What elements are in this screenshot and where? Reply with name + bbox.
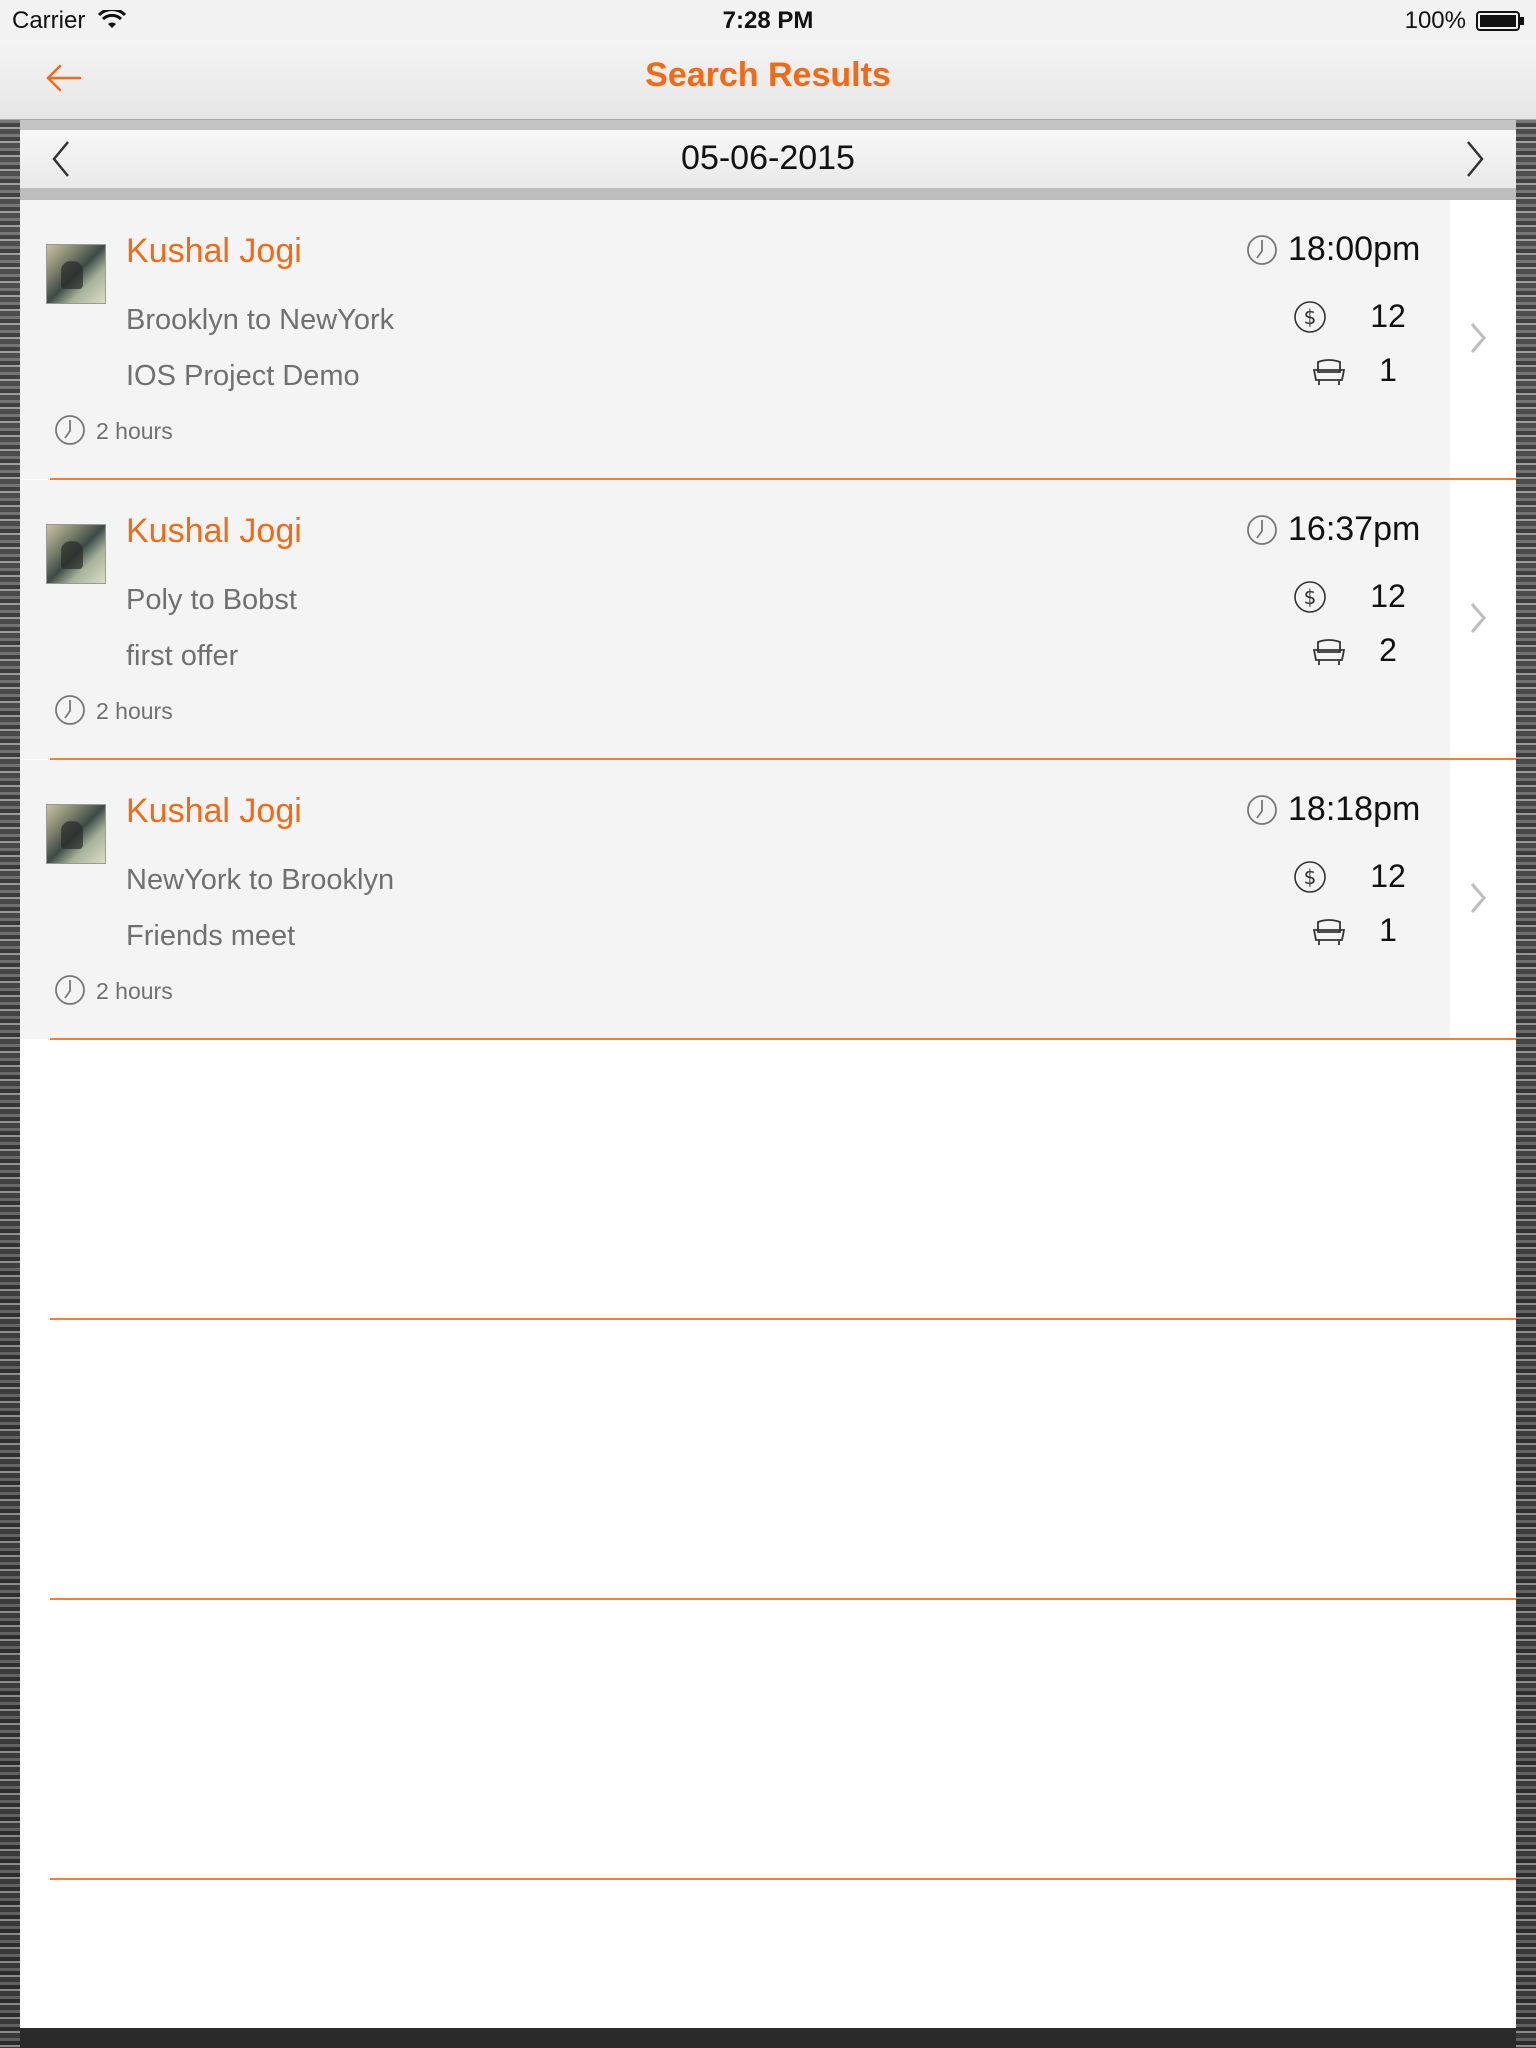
row-separator	[50, 1038, 1516, 1040]
status-time: 7:28 PM	[722, 7, 814, 34]
departure-time: 18:00pm	[1288, 230, 1421, 268]
seats-value: 2	[1379, 632, 1397, 668]
navigation-bar: Search Results	[0, 40, 1536, 120]
route-text: Poly to Bobst	[126, 584, 297, 616]
driver-name: Kushal Jogi	[126, 232, 302, 270]
result-card[interactable]: Kushal Jogi Poly to Bobst first offer 2 …	[20, 480, 1450, 759]
route-text: NewYork to Brooklyn	[126, 864, 395, 896]
avatar	[46, 524, 106, 584]
ride-description: Friends meet	[126, 920, 296, 952]
price-value: 12	[1370, 858, 1406, 894]
clock-icon	[1247, 235, 1277, 265]
next-date-chevron-right-icon[interactable]	[1460, 138, 1490, 180]
seats-value: 1	[1379, 352, 1397, 388]
duration-text: 2 hours	[96, 978, 173, 1004]
chevron-right-icon[interactable]	[1468, 600, 1490, 636]
duration-text: 2 hours	[96, 418, 173, 444]
avatar	[46, 244, 106, 304]
result-card[interactable]: Kushal Jogi Brooklyn to NewYork IOS Proj…	[20, 200, 1450, 479]
dollar-icon: $	[1294, 581, 1326, 613]
seat-icon	[1312, 919, 1346, 945]
price-value: 12	[1370, 298, 1406, 334]
results-list: Kushal Jogi Brooklyn to NewYork IOS Proj…	[20, 200, 1516, 2028]
dollar-icon: $	[1294, 861, 1326, 893]
result-card[interactable]: Kushal Jogi NewYork to Brooklyn Friends …	[20, 760, 1450, 1039]
departure-time: 16:37pm	[1288, 510, 1421, 548]
ride-description: first offer	[126, 640, 239, 672]
driver-name: Kushal Jogi	[126, 512, 302, 550]
seats-value: 1	[1379, 912, 1397, 948]
clock-icon	[1247, 795, 1277, 825]
svg-text:$: $	[1304, 305, 1317, 329]
driver-name: Kushal Jogi	[126, 792, 302, 830]
dollar-icon: $	[1294, 301, 1326, 333]
result-row[interactable]: Kushal Jogi Poly to Bobst first offer 2 …	[20, 480, 1516, 760]
background-left-edge	[0, 120, 20, 2048]
empty-row-separator	[50, 1318, 1516, 1320]
seat-icon	[1312, 359, 1346, 385]
duration-text: 2 hours	[96, 698, 173, 724]
selected-date: 05-06-2015	[681, 139, 855, 177]
background-right-edge	[1516, 120, 1536, 2048]
departure-time: 18:18pm	[1288, 790, 1421, 828]
date-selector: 05-06-2015	[20, 130, 1516, 188]
status-bar: Carrier 7:28 PM 100%	[0, 0, 1536, 40]
seat-icon	[1312, 639, 1346, 665]
clock-icon	[1247, 515, 1277, 545]
chevron-right-icon[interactable]	[1468, 320, 1490, 356]
chevron-right-icon[interactable]	[1468, 880, 1490, 916]
page-title: Search Results	[645, 56, 891, 94]
battery-percent: 100%	[1404, 7, 1466, 34]
route-text: Brooklyn to NewYork	[126, 304, 395, 336]
battery-icon	[1476, 11, 1524, 31]
result-row[interactable]: Kushal Jogi NewYork to Brooklyn Friends …	[20, 760, 1516, 1040]
ride-description: IOS Project Demo	[126, 360, 360, 392]
price-value: 12	[1370, 578, 1406, 614]
empty-row-separator	[50, 1878, 1516, 1880]
svg-text:$: $	[1304, 865, 1317, 889]
result-row[interactable]: Kushal Jogi Brooklyn to NewYork IOS Proj…	[20, 200, 1516, 480]
empty-row-separator	[50, 1598, 1516, 1600]
clock-icon	[55, 415, 85, 445]
clock-icon	[55, 975, 85, 1005]
clock-icon	[55, 695, 85, 725]
svg-text:$: $	[1304, 585, 1317, 609]
avatar	[46, 804, 106, 864]
